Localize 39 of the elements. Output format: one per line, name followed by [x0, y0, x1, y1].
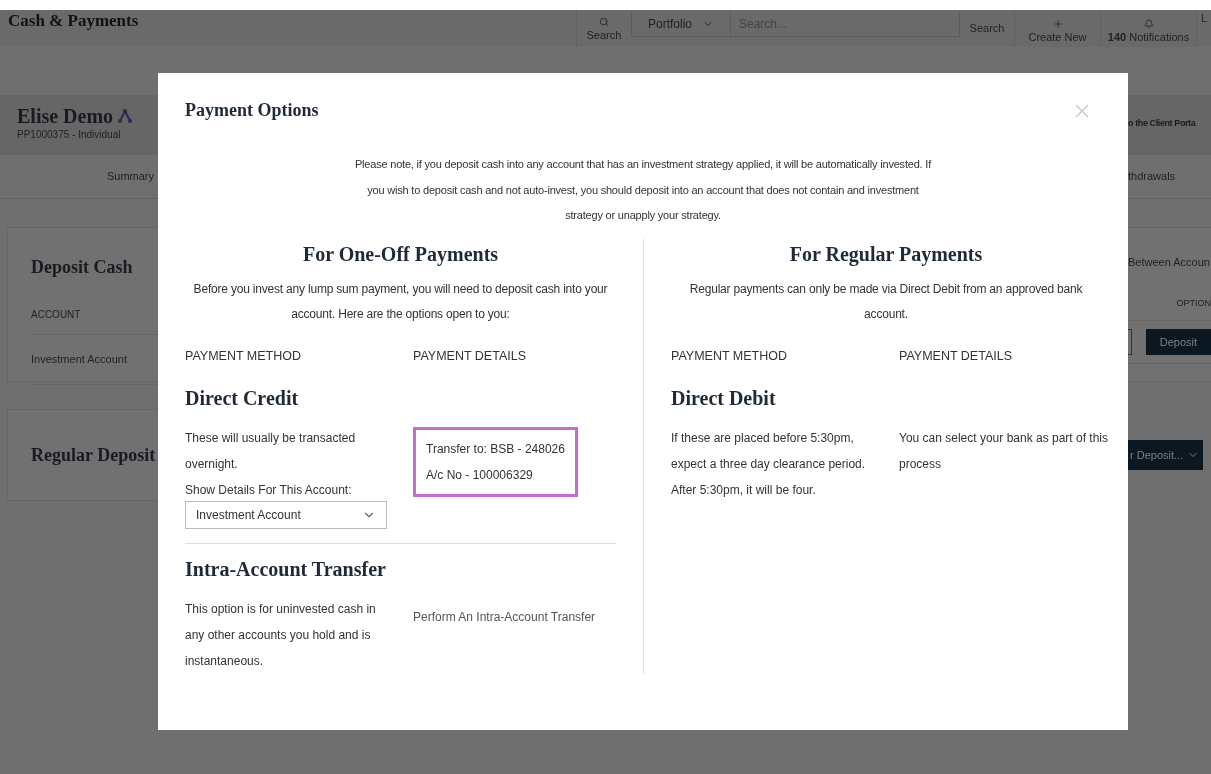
payment-detail: Transfer to: BSB - 248026 [426, 441, 565, 459]
bell-icon [1143, 18, 1154, 29]
section-heading: For One-Off Payments [301, 241, 500, 268]
transfer-link[interactable]: Perform An Intra-Account Transfer [413, 608, 616, 627]
menu-item[interactable]: L [1197, 10, 1211, 29]
client-name: Elise Demo [17, 105, 114, 127]
add-deposit-button[interactable]: r Deposit... [1128, 440, 1204, 470]
method-title: Intra-Account Transfer [185, 557, 387, 583]
method-description: This option is for uninvested cash in any other accounts you hold and is instantaneous. [185, 601, 377, 671]
payment-detail: You can select your bank as part of this process [899, 430, 1109, 474]
client-portal-link[interactable]: o the Client Porta [1128, 117, 1196, 131]
section-heading: For Regular Payments [788, 241, 984, 268]
section-intro: Before you invest any lump sum payment, you will need to deposit cash into your account. Here are the options open to you: [192, 280, 609, 323]
card-title: Regular Deposit [31, 443, 156, 467]
section-intro: Regular payments can only be made via Direct Debit from an approved bank account. [688, 280, 1084, 323]
column-header: PAYMENT DETAILS [413, 347, 527, 365]
search-icon [598, 16, 609, 27]
column-header: PAYMENT DETAILS [899, 347, 1013, 365]
method-title: Direct Credit [185, 386, 300, 412]
withdrawals-tab[interactable]: thdrawals [1128, 168, 1176, 185]
plus-icon [1052, 18, 1063, 29]
summary-tab[interactable]: Summary [106, 168, 154, 185]
page-title: Cash & Payments [8, 11, 139, 31]
column-header: PAYMENT METHOD [185, 347, 302, 365]
client-id: PP1000375 - Individual [17, 128, 122, 142]
transfer-link[interactable]: Between Accoun [1128, 254, 1211, 271]
modal-title: Payment Options [185, 99, 319, 122]
payment-detail: A/c No - 100006329 [426, 467, 534, 485]
account-select[interactable]: Investment Account [185, 501, 387, 530]
select-label: Show Details For This Account: [185, 482, 353, 500]
deposit-button[interactable]: Deposit [1145, 329, 1211, 355]
portfolio-select[interactable]: Portfolio [630, 11, 730, 37]
method-description: If these are placed before 5:30pm, expect a three day clearance period. After 5:30pm, it will be four. [671, 430, 867, 500]
network-icon [117, 108, 134, 124]
card-title: Deposit Cash [31, 256, 134, 279]
modal-notice: Please note, if you deposit cash into any account that has an investment strategy applied, it will be automatically invested. If you wish to deposit cash and not auto-invest, you should deposit into an account that does not contain and investment strategy or unapply your strategy. [353, 157, 933, 223]
column-header: PAYMENT METHOD [671, 347, 788, 365]
method-title: Direct Debit [671, 386, 777, 412]
method-description: These will usually be transacted overnight. [185, 430, 357, 474]
